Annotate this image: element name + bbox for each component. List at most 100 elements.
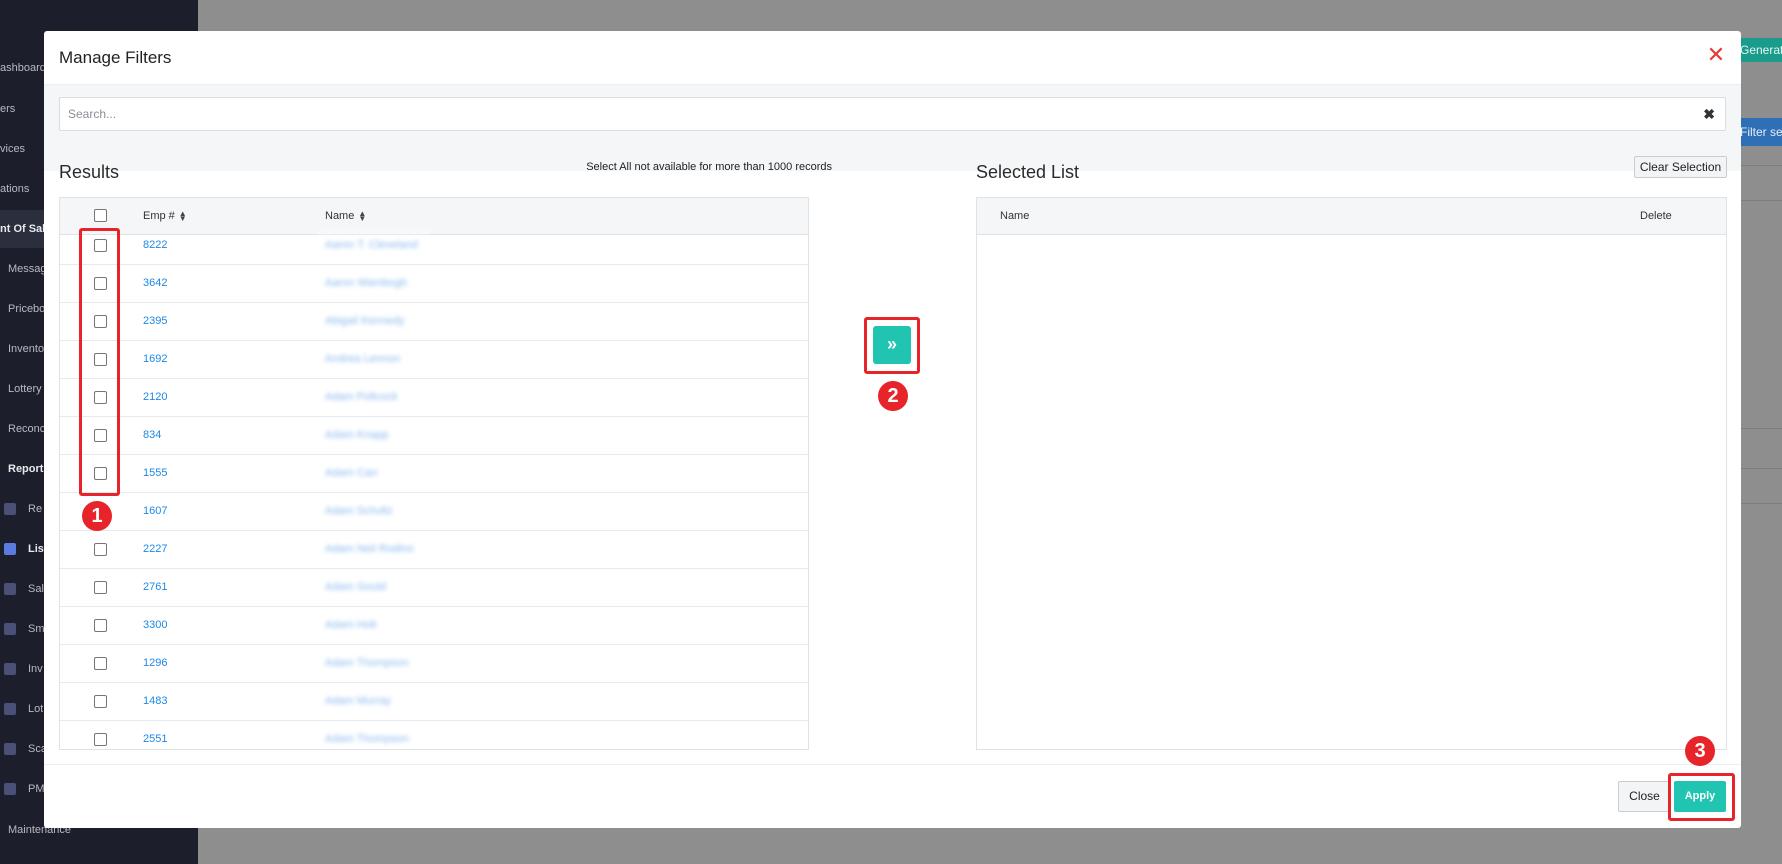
sidebar-subitem-4[interactable]: Sm xyxy=(4,623,45,636)
row-checkbox[interactable] xyxy=(94,581,107,594)
chart-line-icon xyxy=(4,583,16,596)
table-row: 2120 Adam Pollcock xyxy=(60,379,808,417)
table-row: 2551 Adam Thompson xyxy=(60,721,808,749)
annotation-box-checkboxes xyxy=(79,228,120,496)
list-icon xyxy=(4,743,16,756)
sidebar-item-reconcile[interactable]: Reconc xyxy=(8,423,45,435)
manage-filters-modal: Manage Filters ✕ ✖ Results Select All no… xyxy=(44,31,1741,828)
background-divider xyxy=(1740,468,1782,469)
modal-footer-divider xyxy=(44,764,1741,765)
sidebar-subitem-8[interactable]: PM xyxy=(4,783,45,796)
select-all-checkbox[interactable] xyxy=(94,209,107,222)
close-button[interactable]: Close xyxy=(1618,781,1671,812)
sidebar-subitem-2[interactable]: Lis xyxy=(4,543,44,556)
name-link[interactable]: Aaron T. Cleveland xyxy=(325,239,418,251)
sidebar-item-messages[interactable]: Messag xyxy=(8,263,47,275)
emp-link[interactable]: 1692 xyxy=(143,353,167,365)
sidebar-item-inventory[interactable]: Invento xyxy=(8,343,44,355)
annotation-badge-3: 3 xyxy=(1685,736,1715,766)
clear-search-icon[interactable]: ✖ xyxy=(1703,106,1715,122)
sidebar-subitem-6[interactable]: Lot xyxy=(4,703,43,716)
table-row: 1607 Adam Schultz xyxy=(60,493,808,531)
sidebar-item-locations[interactable]: ations xyxy=(0,183,29,195)
emp-link[interactable]: 3642 xyxy=(143,277,167,289)
name-link[interactable]: Adam Holt xyxy=(325,619,376,631)
annotation-badge-1: 1 xyxy=(82,501,112,531)
emp-link[interactable]: 2120 xyxy=(143,391,167,403)
background-divider xyxy=(1740,165,1782,166)
emp-link[interactable]: 2551 xyxy=(143,733,167,745)
annotation-badge-2: 2 xyxy=(878,381,908,411)
row-checkbox[interactable] xyxy=(94,619,107,632)
sidebar-item-users[interactable]: ers xyxy=(0,103,15,115)
ticket-icon xyxy=(4,703,16,716)
name-link[interactable]: Adam Gould xyxy=(325,581,386,593)
annotation-box-move xyxy=(864,317,920,374)
table-row: 1296 Adam Thompson xyxy=(60,645,808,683)
emp-link[interactable]: 2395 xyxy=(143,315,167,327)
emp-link[interactable]: 3300 xyxy=(143,619,167,631)
emp-link[interactable]: 2761 xyxy=(143,581,167,593)
chart-line-icon xyxy=(4,543,16,556)
sidebar-subitem-5[interactable]: Inv xyxy=(4,663,43,676)
selected-list-title: Selected List xyxy=(976,162,1080,182)
modal-title: Manage Filters xyxy=(59,48,172,67)
background-divider xyxy=(1740,503,1782,504)
selected-list-table: Name Delete xyxy=(976,197,1727,750)
name-link[interactable]: Andrea Lennon xyxy=(325,353,400,365)
bookmark-icon xyxy=(4,503,16,516)
name-link[interactable]: Adam Neil Rodino xyxy=(325,543,414,555)
results-table: Emp # ▲ ▼ Name ▲ ▼ 8222 Aaron T. Cleveland 36… xyxy=(59,197,809,750)
generate-button[interactable]: Generate xyxy=(1740,38,1782,62)
sidebar-subitem-1[interactable]: Re xyxy=(4,503,42,516)
name-column-header[interactable]: Name ▲ ▼ xyxy=(325,209,367,224)
emp-column-header[interactable]: Emp # ▲ ▼ xyxy=(143,209,187,224)
emp-link[interactable]: 2227 xyxy=(143,543,167,555)
table-row: 1483 Adam Murray xyxy=(60,683,808,721)
row-checkbox[interactable] xyxy=(94,657,107,670)
background-divider xyxy=(1740,428,1782,429)
name-link[interactable]: Adam Knapp xyxy=(325,429,389,441)
table-row: 2395 Abigail Kennedy xyxy=(60,303,808,341)
emp-link[interactable]: 1607 xyxy=(143,505,167,517)
sidebar-subitem-7[interactable]: Sca xyxy=(4,743,47,756)
filter-selection-button[interactable]: Filter sele xyxy=(1740,118,1782,146)
search-input[interactable] xyxy=(68,98,1688,130)
name-link[interactable]: Adam Pollcock xyxy=(325,391,398,403)
name-link[interactable]: Abigail Kennedy xyxy=(325,315,405,327)
emp-link[interactable]: 1555 xyxy=(143,467,167,479)
name-link[interactable]: Adam Thompson xyxy=(325,657,409,669)
name-link[interactable]: Adam Carr xyxy=(325,467,378,479)
emp-link[interactable]: 834 xyxy=(143,429,161,441)
search-box: ✖ xyxy=(59,97,1726,131)
sidebar-item-lottery[interactable]: Lottery xyxy=(8,383,42,395)
sidebar-item-dashboard[interactable]: ashboard xyxy=(0,62,46,74)
emp-link[interactable]: 8222 xyxy=(143,239,167,251)
annotation-box-apply xyxy=(1668,773,1735,821)
sort-icon: ▲ ▼ xyxy=(358,209,367,224)
selected-name-header: Name xyxy=(1000,210,1030,222)
clear-selection-button[interactable]: Clear Selection xyxy=(1634,156,1727,178)
emp-link[interactable]: 1483 xyxy=(143,695,167,707)
selected-list-header: Name Delete xyxy=(977,198,1726,235)
name-link[interactable]: Adam Schultz xyxy=(325,505,393,517)
name-link[interactable]: Adam Murray xyxy=(325,695,391,707)
modal-header: Manage Filters ✕ xyxy=(44,31,1741,85)
row-checkbox[interactable] xyxy=(94,543,107,556)
chart-bar-icon xyxy=(4,783,16,796)
row-checkbox[interactable] xyxy=(94,733,107,746)
emp-link[interactable]: 1296 xyxy=(143,657,167,669)
sidebar-item-pricebook[interactable]: Pricebo xyxy=(8,303,45,315)
chart-bar-icon xyxy=(4,663,16,676)
sort-icon: ▲ ▼ xyxy=(178,209,187,224)
table-row: 2227 Adam Neil Rodino xyxy=(60,531,808,569)
sidebar-item-devices[interactable]: vices xyxy=(0,143,25,155)
background-divider xyxy=(1740,200,1782,201)
row-checkbox[interactable] xyxy=(94,695,107,708)
table-row: 8222 Aaron T. Cleveland xyxy=(60,227,808,265)
name-link[interactable]: Aaron Wambogh xyxy=(325,277,407,289)
close-icon[interactable]: ✕ xyxy=(1706,44,1726,66)
sidebar-subitem-3[interactable]: Sal xyxy=(4,583,44,596)
table-row: 2761 Adam Gould xyxy=(60,569,808,607)
name-link[interactable]: Adam Thompson xyxy=(325,733,409,745)
